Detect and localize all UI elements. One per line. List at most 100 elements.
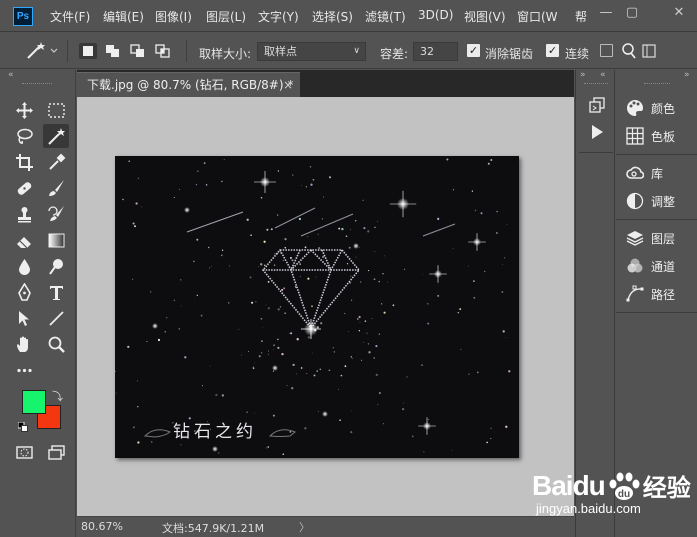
photoshop-logo: Ps bbox=[13, 7, 33, 26]
stamp-icon bbox=[17, 206, 31, 222]
gradient-tool[interactable] bbox=[43, 228, 69, 252]
menu-help[interactable]: 帮 bbox=[575, 8, 587, 25]
intersect-selection-button[interactable] bbox=[154, 43, 172, 59]
magic-wand-tool[interactable] bbox=[43, 124, 69, 148]
menu-view[interactable]: 视图(V) bbox=[464, 8, 506, 25]
creative-cloud-icon bbox=[626, 166, 644, 179]
collapse-arrow-icon[interactable]: « bbox=[8, 70, 14, 80]
eraser-tool[interactable] bbox=[11, 228, 37, 252]
search-icon bbox=[622, 43, 636, 59]
swap-colors-icon[interactable]: ⤵ bbox=[52, 388, 63, 404]
contiguous-checkbox[interactable]: ✓ bbox=[546, 44, 559, 57]
panel-grip[interactable] bbox=[644, 83, 670, 84]
brush-tool[interactable] bbox=[43, 176, 69, 200]
menu-3d[interactable]: 3D(D) bbox=[418, 8, 453, 22]
channels-panel-tab[interactable]: 通道 bbox=[616, 252, 697, 280]
history-brush-tool[interactable] bbox=[43, 202, 69, 226]
actions-panel-button[interactable] bbox=[588, 123, 606, 141]
rectangle-marquee-icon bbox=[47, 102, 65, 118]
color-panel-tab[interactable]: 颜色 bbox=[616, 94, 697, 122]
hand-tool[interactable] bbox=[11, 332, 37, 356]
expand-arrow-icon[interactable]: » bbox=[580, 70, 586, 80]
play-icon bbox=[592, 125, 603, 139]
type-icon bbox=[49, 285, 63, 300]
screen-mode-button[interactable] bbox=[43, 440, 69, 464]
foreground-color-swatch[interactable] bbox=[22, 390, 46, 414]
grid-icon bbox=[626, 127, 644, 145]
move-tool[interactable] bbox=[11, 98, 37, 122]
type-tool[interactable] bbox=[43, 280, 69, 304]
subtract-selection-button[interactable] bbox=[129, 43, 147, 59]
adjustments-panel-label: 调整 bbox=[651, 194, 676, 209]
menu-bar: Ps 文件(F) 编辑(E) 图像(I) 图层(L) 文字(Y) 选择(S) 滤… bbox=[0, 0, 697, 32]
hand-icon bbox=[16, 336, 28, 352]
menu-file[interactable]: 文件(F) bbox=[50, 8, 90, 25]
menu-image[interactable]: 图像(I) bbox=[155, 8, 192, 25]
move-icon bbox=[15, 101, 33, 119]
sample-size-dropdown[interactable]: 取样点 ∨ bbox=[257, 42, 366, 61]
line-tool[interactable] bbox=[43, 306, 69, 330]
document-tab[interactable]: 下载.jpg @ 80.7% (钻石, RGB/8#) * × bbox=[77, 72, 300, 97]
marquee-tool[interactable] bbox=[43, 98, 69, 122]
image-caption: 钻石之约 bbox=[173, 422, 257, 442]
search-button[interactable] bbox=[621, 42, 637, 60]
menu-window[interactable]: 窗口(W bbox=[517, 8, 558, 25]
collapse-arrow-icon[interactable]: » bbox=[684, 70, 690, 80]
path-selection-tool[interactable] bbox=[11, 306, 37, 330]
pen-tool[interactable] bbox=[11, 280, 37, 304]
menu-type[interactable]: 文字(Y) bbox=[258, 8, 299, 25]
blur-tool[interactable] bbox=[11, 254, 37, 278]
workspace-button[interactable] bbox=[642, 42, 656, 60]
panel-grip[interactable] bbox=[22, 83, 52, 86]
pen-icon bbox=[17, 282, 31, 301]
libraries-panel-label: 库 bbox=[651, 166, 664, 181]
restore-button[interactable]: ▢ bbox=[619, 2, 645, 24]
sample-all-layers-checkbox[interactable] bbox=[600, 44, 613, 57]
diamond-night-image: 钻石之约 bbox=[115, 156, 519, 458]
default-colors-icon[interactable] bbox=[17, 421, 28, 432]
swatches-panel-tab[interactable]: 色板 bbox=[616, 122, 697, 150]
status-menu-arrow[interactable]: 〉 bbox=[299, 519, 310, 535]
lasso-tool[interactable] bbox=[11, 124, 37, 148]
bandage-icon bbox=[17, 181, 31, 195]
zoom-level[interactable]: 80.67% bbox=[81, 520, 123, 533]
minimize-button[interactable]: — bbox=[593, 2, 619, 24]
edit-toolbar-button[interactable] bbox=[11, 358, 37, 382]
dodge-tool[interactable] bbox=[43, 254, 69, 278]
collapse-arrow-icon[interactable]: « bbox=[600, 70, 606, 80]
clone-stamp-tool[interactable] bbox=[11, 202, 37, 226]
adjustments-panel-tab[interactable]: 调整 bbox=[616, 187, 697, 215]
antialias-checkbox[interactable]: ✓ bbox=[467, 44, 480, 57]
swatches-panel-label: 色板 bbox=[651, 129, 676, 144]
eyedropper-tool[interactable] bbox=[43, 150, 69, 174]
menu-layer[interactable]: 图层(L) bbox=[206, 8, 246, 25]
channels-panel-label: 通道 bbox=[651, 259, 676, 274]
status-bar: 80.67% 文档:547.9K/1.21M 〉 bbox=[77, 516, 574, 537]
close-button[interactable]: ✕ bbox=[666, 2, 692, 24]
canvas-image[interactable]: 钻石之约 bbox=[115, 156, 519, 458]
tool-preset-picker[interactable] bbox=[24, 40, 60, 62]
menu-select[interactable]: 选择(S) bbox=[312, 8, 353, 25]
libraries-panel-group: 库 调整 bbox=[616, 155, 697, 220]
color-panel-group: 颜色 色板 bbox=[616, 90, 697, 155]
crop-tool[interactable] bbox=[11, 150, 37, 174]
zoom-tool[interactable] bbox=[43, 332, 69, 356]
menu-filter[interactable]: 滤镜(T) bbox=[365, 8, 406, 25]
paths-panel-tab[interactable]: 路径 bbox=[616, 280, 697, 308]
lasso-icon bbox=[16, 128, 33, 144]
more-icon bbox=[16, 368, 32, 372]
tolerance-input[interactable]: 32 bbox=[413, 42, 458, 61]
new-selection-button[interactable] bbox=[79, 43, 97, 59]
subtract-selection-icon bbox=[130, 44, 144, 57]
healing-brush-tool[interactable] bbox=[11, 176, 37, 200]
quick-mask-button[interactable] bbox=[11, 440, 37, 464]
menu-edit[interactable]: 编辑(E) bbox=[103, 8, 144, 25]
close-tab-icon[interactable]: × bbox=[283, 73, 293, 97]
layers-panel-tab[interactable]: 图层 bbox=[616, 224, 697, 252]
panel-grip[interactable] bbox=[584, 83, 608, 84]
palette-icon bbox=[627, 100, 643, 116]
history-panel-button[interactable] bbox=[587, 95, 607, 115]
libraries-panel-tab[interactable]: 库 bbox=[616, 159, 697, 187]
add-selection-icon bbox=[106, 45, 119, 57]
add-to-selection-button[interactable] bbox=[104, 43, 122, 59]
